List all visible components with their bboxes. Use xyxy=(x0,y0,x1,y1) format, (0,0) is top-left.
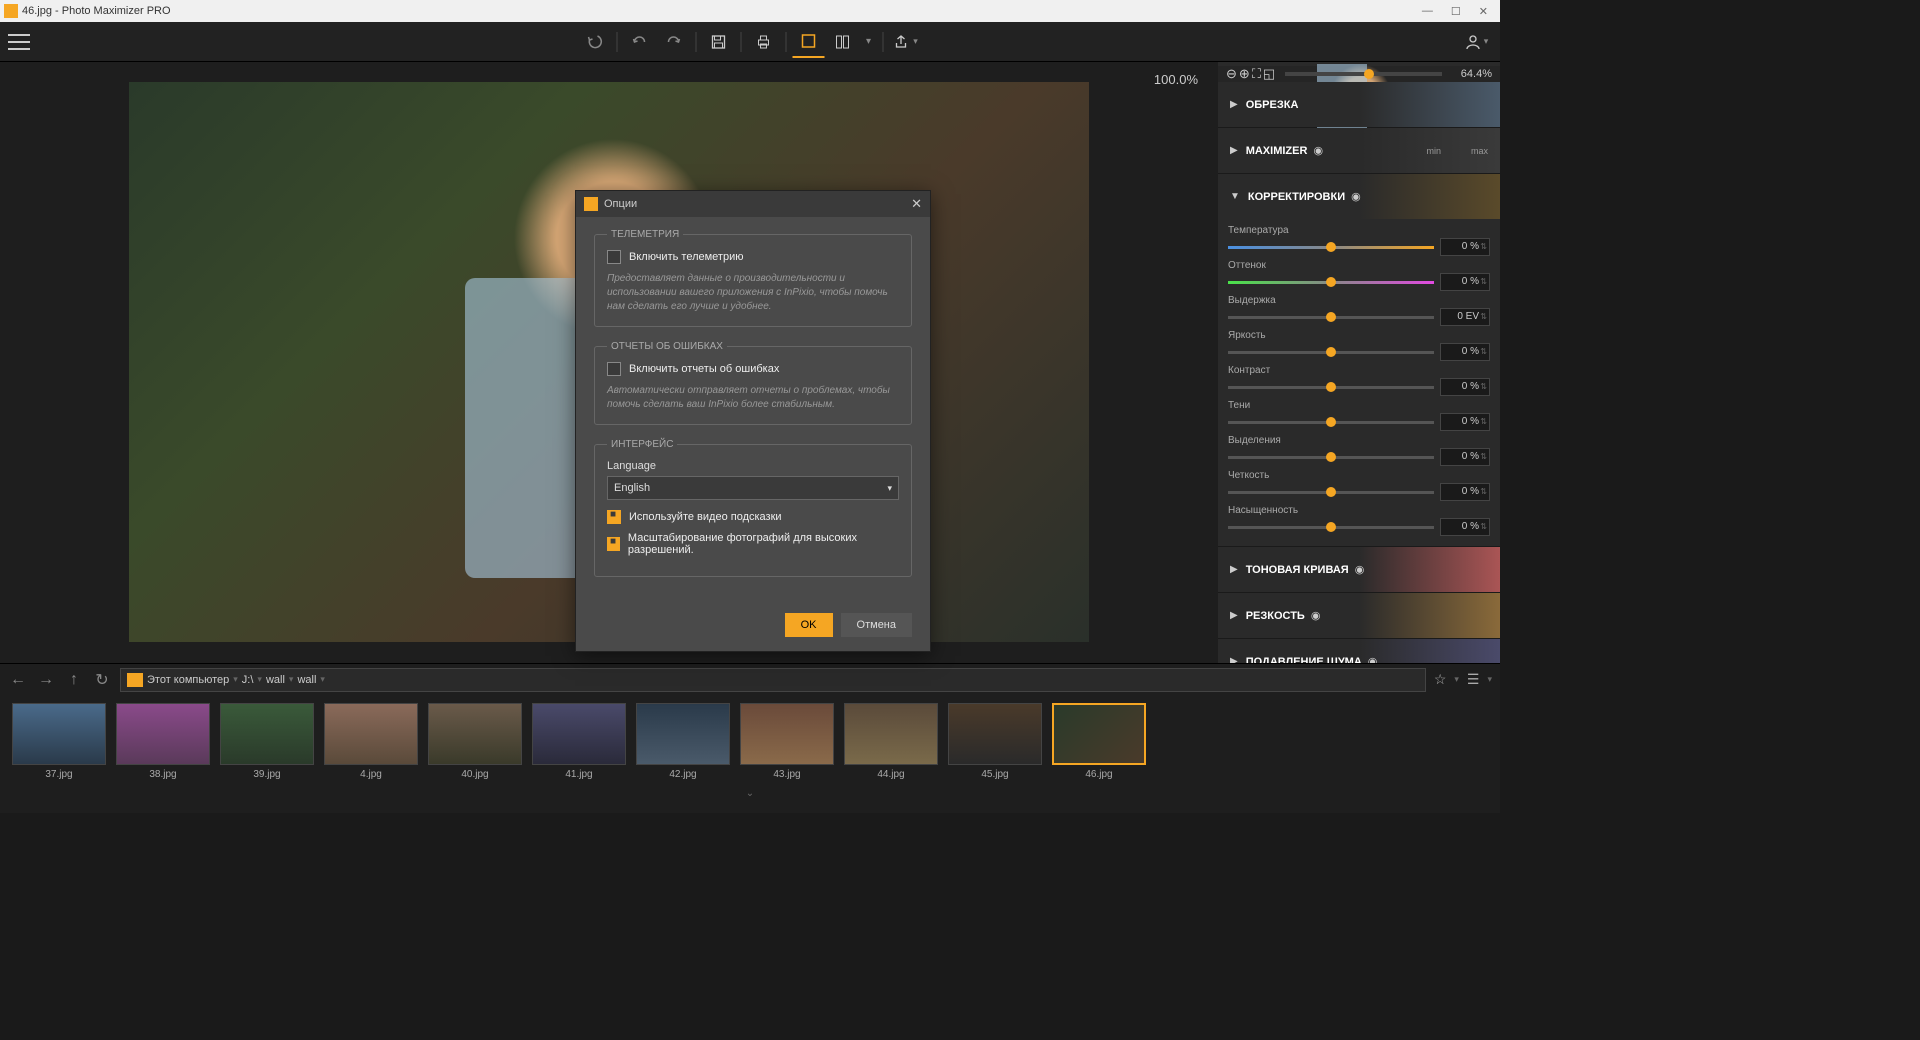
dialog-title-text: Опции xyxy=(604,198,637,210)
telemetry-checkbox[interactable] xyxy=(607,250,621,264)
hints-checkbox[interactable] xyxy=(607,510,621,524)
dialog-close-button[interactable]: ✕ xyxy=(911,196,922,212)
dialog-titlebar: Опции ✕ xyxy=(576,191,930,217)
errors-group: ОТЧЕТЫ ОБ ОШИБКАХ Включить отчеты об оши… xyxy=(594,341,912,425)
language-select[interactable]: English ▾ xyxy=(607,476,899,500)
cancel-button[interactable]: Отмена xyxy=(841,613,912,637)
chevron-down-icon: ▾ xyxy=(887,483,892,494)
errors-checkbox[interactable] xyxy=(607,362,621,376)
options-dialog: Опции ✕ ТЕЛЕМЕТРИЯ Включить телеметрию П… xyxy=(575,190,931,652)
scale-checkbox[interactable] xyxy=(607,537,620,551)
telemetry-group: ТЕЛЕМЕТРИЯ Включить телеметрию Предостав… xyxy=(594,229,912,327)
ok-button[interactable]: OK xyxy=(785,613,833,637)
dialog-overlay: Опции ✕ ТЕЛЕМЕТРИЯ Включить телеметрию П… xyxy=(0,0,1500,813)
interface-group: ИНТЕРФЕЙС Language English ▾ Используйте… xyxy=(594,439,912,577)
app-icon xyxy=(584,197,598,211)
